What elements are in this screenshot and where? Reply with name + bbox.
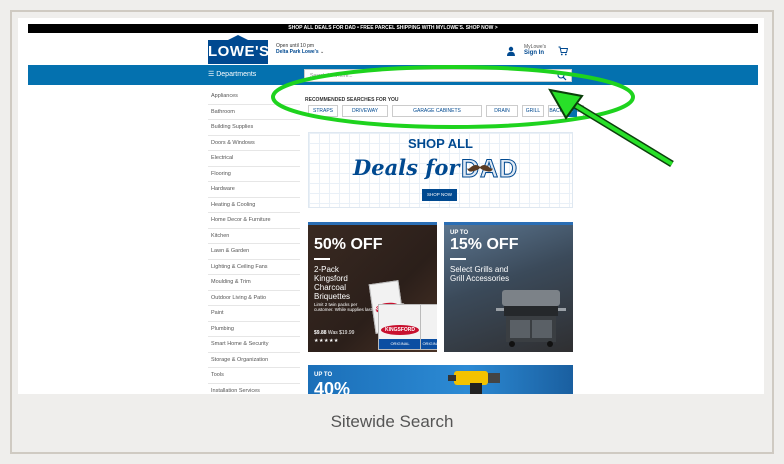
account-signin[interactable]: MyLowe's Sign In — [524, 44, 546, 56]
mustache-icon — [467, 165, 493, 172]
sidebar-item[interactable]: Hardware — [208, 182, 300, 198]
sidebar-item[interactable]: Storage & Organization — [208, 353, 300, 368]
sidebar-item[interactable]: Installation Services — [208, 384, 300, 395]
sidebar-item[interactable]: Lighting & Ceiling Fans — [208, 260, 300, 275]
card-discount: 40% — [314, 379, 351, 394]
sidebar-item[interactable]: Smart Home & Security — [208, 337, 300, 353]
bag-stripe: ORIGINAL — [421, 339, 437, 349]
sidebar-item[interactable]: Heating & Cooling — [208, 198, 300, 213]
departments-menu[interactable]: ☰ Departments — [208, 65, 256, 85]
sidebar-item[interactable]: Electrical — [208, 151, 300, 167]
sidebar-item[interactable]: Home Decor & Furniture — [208, 213, 300, 229]
charcoal-bag: KINGSFORD ORIGINAL — [378, 304, 422, 350]
was-price: Was $19.99 — [327, 330, 355, 336]
departments-label: Departments — [216, 71, 257, 78]
sale-price: $9.88 — [314, 330, 327, 336]
highlight-arrow — [548, 88, 674, 167]
card-accent-bar — [444, 222, 573, 225]
card-price: $9.88 Was $19.99 — [314, 330, 354, 336]
card-description: 2-Pack Kingsford Charcoal Briquettes — [314, 265, 351, 301]
card-note: Limit 2 twin packs per customer. While s… — [314, 302, 374, 312]
card-discount: 50% OFF — [314, 236, 383, 253]
site-header — [28, 33, 758, 65]
promo-banner[interactable]: SHOP ALL DEALS FOR DAD • FREE PARCEL SHI… — [28, 24, 758, 33]
divider — [314, 258, 330, 260]
charcoal-bag: ORIGINAL — [420, 304, 437, 350]
promo-card-tools[interactable]: UP TO 40% — [308, 365, 573, 394]
sidebar-item[interactable]: Paint — [208, 306, 300, 322]
store-selector[interactable]: Open until 10 pm Delta Park Lowe's ⌄ — [276, 43, 324, 55]
grill-image — [496, 290, 566, 347]
deals-for-dad-banner[interactable]: SHOP ALL Deals for DAD SHOP NOW — [308, 132, 573, 208]
card-upto: UP TO — [314, 372, 333, 378]
sidebar-item[interactable]: Lawn & Garden — [208, 244, 300, 260]
hamburger-icon: ☰ — [208, 71, 215, 78]
bag-stripe: ORIGINAL — [379, 339, 421, 349]
sidebar-item[interactable]: Outdoor Living & Patio — [208, 291, 300, 306]
card-accent-bar — [308, 222, 437, 225]
sidebar-item[interactable]: Doors & Windows — [208, 136, 300, 151]
divider — [450, 258, 466, 260]
caption: Sitewide Search — [330, 412, 454, 431]
signin-link[interactable]: Sign In — [524, 50, 544, 56]
lowes-logo[interactable]: LOWE'S — [208, 35, 269, 64]
lowes-homepage-screenshot: SHOP ALL DEALS FOR DAD • FREE PARCEL SHI… — [18, 18, 764, 394]
drill-image — [448, 371, 500, 394]
deals-for-text: Deals for — [353, 155, 460, 180]
department-sidebar: Appliances Bathroom Building Supplies Doors… — [208, 89, 300, 394]
promo-card-charcoal[interactable]: 50% OFF 2-Pack Kingsford Charcoal Brique… — [308, 222, 437, 352]
sidebar-item[interactable]: Kitchen — [208, 229, 300, 244]
bag-label: KINGSFORD — [381, 325, 419, 335]
sidebar-item[interactable]: Tools — [208, 368, 300, 384]
sidebar-item[interactable]: Moulding & Trim — [208, 275, 300, 291]
promo-card-grills[interactable]: UP TO 15% OFF Select Grills and Grill Ac… — [444, 222, 573, 352]
shop-all-heading: SHOP ALL — [407, 136, 473, 151]
sidebar-item[interactable]: Plumbing — [208, 322, 300, 337]
shop-now-button[interactable]: SHOP NOW — [422, 189, 457, 201]
chevron-down-icon: ⌄ — [320, 49, 325, 55]
sidebar-item[interactable]: Flooring — [208, 167, 300, 182]
store-name[interactable]: Delta Park Lowe's — [276, 49, 319, 55]
card-discount: 15% OFF — [450, 236, 519, 253]
user-icon[interactable] — [506, 46, 516, 56]
cart-icon[interactable] — [558, 46, 568, 56]
star-rating: ★★★★★ — [314, 338, 339, 344]
